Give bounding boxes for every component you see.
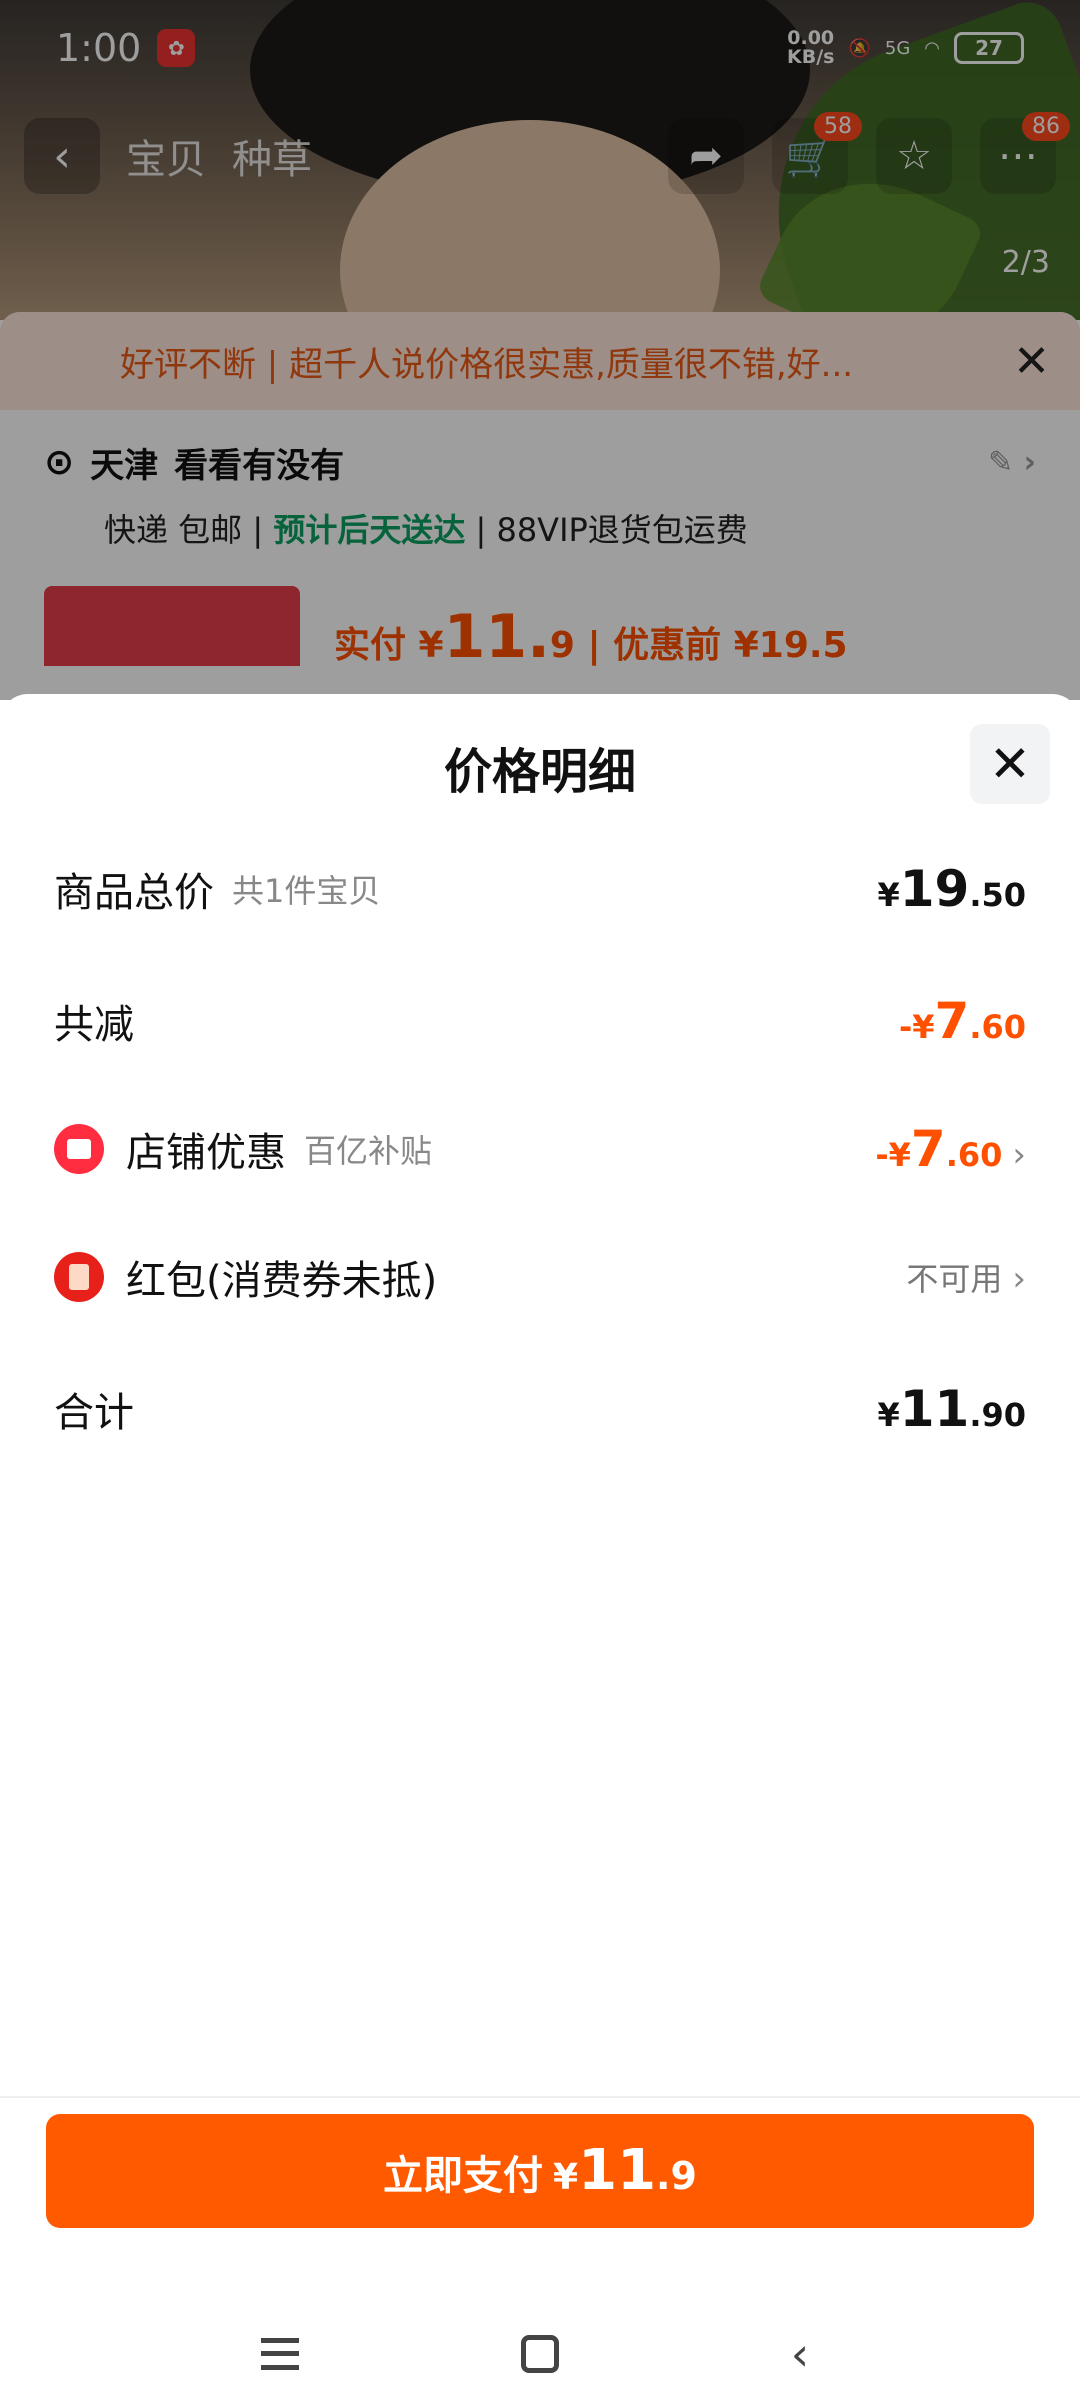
close-button[interactable]: ✕: [970, 724, 1050, 804]
red-packet-icon: [54, 1252, 104, 1302]
price-detail-sheet: 价格明细 ✕ 商品总价 共1件宝贝 ¥19.50 共减 -¥ 7.60 店铺优惠 …: [0, 694, 1080, 2400]
row-value: ¥11.90: [877, 1380, 1026, 1438]
row-label: 店铺优惠: [126, 1130, 286, 1176]
pay-now-button[interactable]: 立即支付 ¥11.9: [46, 2114, 1034, 2228]
system-nav-bar: ‹: [0, 2294, 1080, 2400]
row-value: -¥ 7.60: [898, 992, 1026, 1050]
pay-label: 立即支付: [383, 2153, 544, 2199]
sheet-title: 价格明细: [443, 744, 636, 800]
store-icon: [54, 1124, 104, 1174]
row-label: 商品总价: [54, 870, 214, 916]
menu-button[interactable]: [250, 2324, 310, 2384]
row-store-discount[interactable]: 店铺优惠 百亿补贴 -¥ 7.60 ›: [54, 1114, 1026, 1184]
chevron-right-icon: ›: [1012, 1259, 1026, 1299]
home-icon: [521, 2335, 559, 2373]
row-value: 不可用 ›: [906, 1259, 1026, 1299]
row-sum: 合计 ¥11.90: [54, 1374, 1026, 1444]
footer-divider: [0, 2096, 1080, 2098]
row-value: ¥19.50: [877, 860, 1026, 918]
system-back-button[interactable]: ‹: [770, 2324, 830, 2384]
home-button[interactable]: [510, 2324, 570, 2384]
modal-overlay[interactable]: [0, 0, 1080, 700]
row-total-discount: 共减 -¥ 7.60: [54, 986, 1026, 1056]
row-sub: 百亿补贴: [304, 1132, 433, 1170]
row-label: 共减: [54, 1002, 134, 1048]
menu-icon: [261, 2338, 299, 2370]
row-red-packet[interactable]: 红包(消费券未抵) 不可用 ›: [54, 1242, 1026, 1312]
row-label: 红包(消费券未抵): [126, 1258, 438, 1304]
row-sub: 共1件宝贝: [232, 872, 381, 910]
row-total-price: 商品总价 共1件宝贝 ¥19.50: [54, 854, 1026, 924]
close-icon: ✕: [989, 735, 1031, 793]
chevron-right-icon: ›: [1012, 1135, 1026, 1175]
row-value: -¥ 7.60 ›: [875, 1120, 1026, 1178]
row-label: 合计: [54, 1390, 134, 1436]
back-icon: ‹: [790, 2327, 810, 2381]
